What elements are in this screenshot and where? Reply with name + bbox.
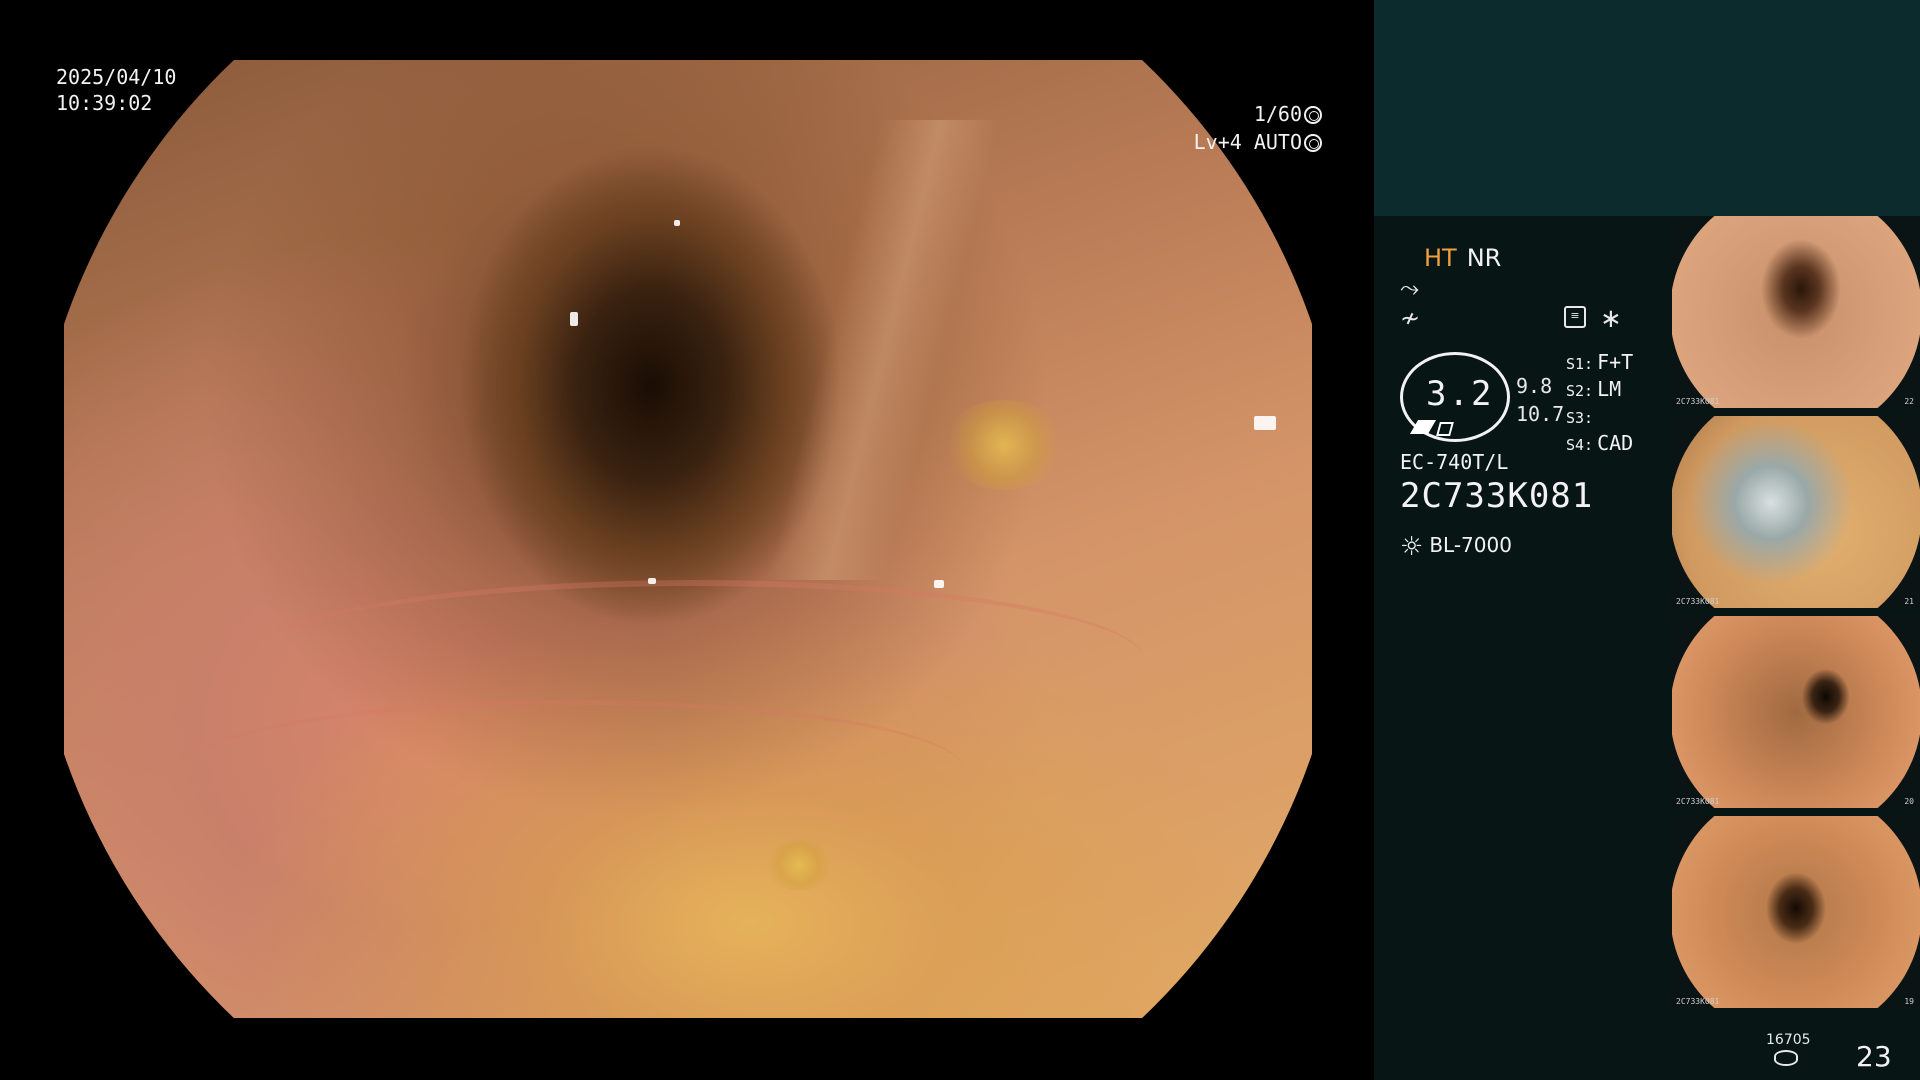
nr-indicator: NR [1466, 244, 1502, 272]
enhancement-icon: ⤳ [1400, 274, 1420, 302]
mucosal-fold [766, 120, 1002, 580]
thumbnail-caption: 2C733K081 [1676, 797, 1720, 806]
thumbnail[interactable]: 2C733K081 22 [1672, 216, 1920, 408]
panel-header [1374, 0, 1920, 216]
asterisk-icon: ∗ [1600, 304, 1622, 334]
endoscope-view: 2025/04/10 10:39:02 1/60 Lv+4 AUTO [0, 0, 1374, 1080]
settings-menu-icon: ≡ [1564, 306, 1586, 328]
thumbnail-image [1672, 616, 1920, 808]
thumbnail-image [1672, 816, 1920, 1008]
switch-row: S1: F+T [1566, 350, 1633, 377]
ht-indicator: HT [1424, 244, 1457, 272]
storage-count: 16705 [1766, 1032, 1811, 1048]
light-reflection [570, 312, 578, 326]
filter-icon: ≁ [1400, 304, 1421, 332]
zoom-subvalues: 9.8 10.7 [1516, 372, 1564, 428]
thumbnail[interactable]: 2C733K081 20 [1672, 616, 1920, 808]
light-reflection [934, 580, 944, 588]
switch-assignments: S1: F+T S2: LM S3: S4: CAD [1566, 350, 1633, 458]
thumbnail[interactable]: 2C733K081 21 [1672, 416, 1920, 608]
switch-key: S4: [1566, 436, 1594, 454]
zoom-sub-value: 10.7 [1516, 402, 1565, 426]
datetime-readout: 2025/04/10 10:39:02 [56, 64, 176, 116]
aperture-icon [1304, 106, 1322, 124]
light-source: ☼ BL-7000 [1400, 532, 1512, 562]
mode-indicators: HT NR [1424, 244, 1501, 272]
thumbnail[interactable]: 2C733K081 19 [1672, 816, 1920, 1008]
switch-key: S1: [1566, 355, 1594, 373]
auto-exposure-icon [1304, 134, 1322, 152]
light-reflection [648, 578, 656, 584]
switch-value: F+T [1597, 350, 1634, 374]
bubble-cluster [944, 400, 1064, 490]
scope-model: EC-740T/L [1400, 450, 1509, 474]
thumbnail-caption: 2C733K081 [1676, 997, 1720, 1006]
database-icon [1774, 1050, 1798, 1066]
exposure-readout: 1/60 Lv+4 AUTO [1150, 100, 1322, 156]
thumbnail-number: 21 [1904, 597, 1914, 606]
thumbnail-number: 22 [1904, 397, 1914, 406]
switch-row: S2: LM [1566, 377, 1633, 404]
switch-row: S4: CAD [1566, 431, 1633, 458]
thumbnail-image [1672, 216, 1920, 408]
switch-value: LM [1597, 377, 1622, 401]
thumbnail-image [1672, 416, 1920, 608]
thumbnail-number: 20 [1904, 797, 1914, 806]
zoom-sub-value: 9.8 [1516, 374, 1553, 398]
switch-key: S2: [1566, 382, 1594, 400]
switch-value: CAD [1597, 431, 1634, 455]
zoom-value: 3.2 [1426, 374, 1494, 414]
sun-icon: ☼ [1400, 532, 1424, 562]
scope-serial: 2C733K081 [1400, 476, 1594, 516]
switch-key: S3: [1566, 409, 1594, 427]
switch-row: S3: [1566, 404, 1633, 431]
thumbnail-caption: 2C733K081 [1676, 597, 1720, 606]
time-text: 10:39:02 [56, 91, 153, 115]
light-reflection [674, 220, 680, 226]
date-text: 2025/04/10 [56, 65, 177, 89]
thumbnail-caption: 2C733K081 [1676, 397, 1720, 406]
thumbnail-number: 19 [1904, 997, 1914, 1006]
endoscope-image [64, 60, 1312, 1018]
exposure-mode: AUTO [1253, 130, 1302, 154]
level-text: Lv+4 [1193, 130, 1242, 154]
bubble-cluster [764, 840, 834, 890]
thumbnail-strip: 2C733K081 22 2C733K081 21 2C733K081 20 2… [1672, 216, 1920, 1016]
light-source-label: BL-7000 [1429, 533, 1512, 557]
mucosal-fold [184, 700, 964, 840]
shutter-speed: 1/60 [1253, 102, 1302, 126]
image-count: 23 [1856, 1040, 1892, 1073]
light-reflection [1254, 416, 1276, 430]
